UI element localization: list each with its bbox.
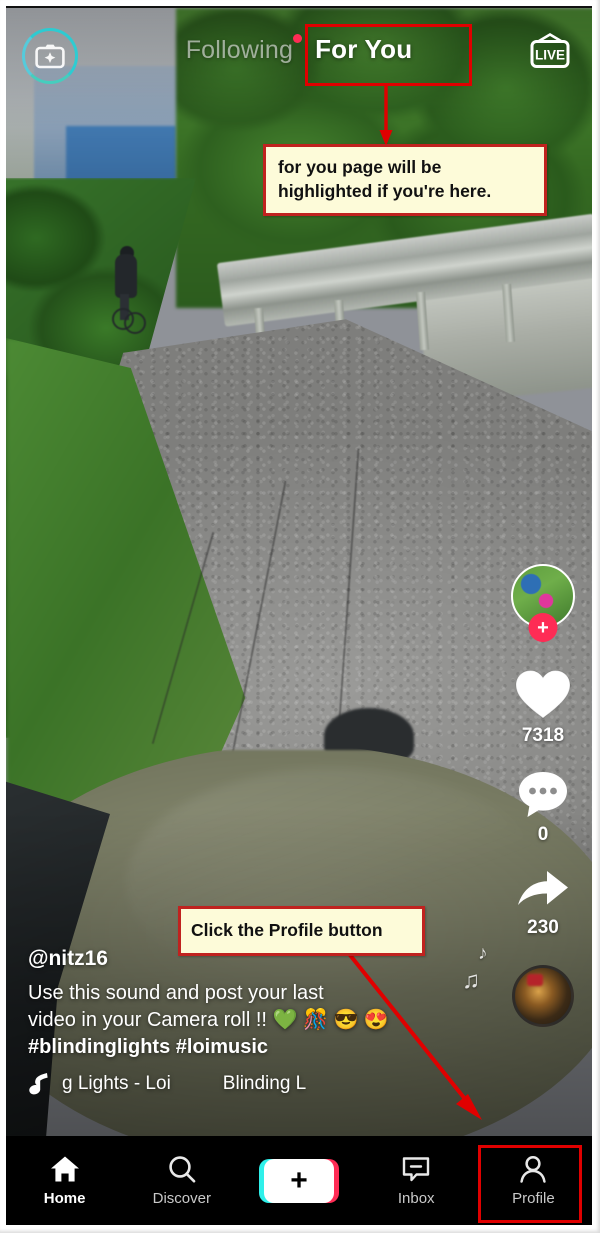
home-icon xyxy=(50,1156,79,1181)
nav-label-home: Home xyxy=(43,1189,86,1207)
like-action[interactable]: 7318 xyxy=(514,668,572,747)
highlight-box-for-you xyxy=(305,24,472,86)
plus-icon: + xyxy=(264,1158,334,1203)
tab-following[interactable]: Following xyxy=(185,34,303,65)
phone-screen: Following For You LIVE + 7318 0 230 ♪ ♫ … xyxy=(6,6,592,1225)
callout-profile-text: Click the Profile button xyxy=(191,920,383,940)
arrow-to-profile-button xyxy=(336,938,482,1120)
screenshot-frame: Following For You LIVE + 7318 0 230 ♪ ♫ … xyxy=(0,0,600,1233)
callout-profile: Click the Profile button xyxy=(178,906,425,956)
song-title-secondary: Blinding L xyxy=(222,1073,307,1094)
arrow-to-foryou-callout xyxy=(379,86,393,146)
comment-bubble-icon xyxy=(519,772,567,817)
live-button[interactable]: LIVE xyxy=(524,30,576,78)
comment-action[interactable]: 0 xyxy=(516,769,570,846)
share-action[interactable]: 230 xyxy=(515,868,571,939)
inbox-icon xyxy=(403,1156,430,1181)
creator-avatar-button[interactable]: + xyxy=(511,564,575,642)
music-note-icon xyxy=(29,1073,48,1095)
heart-icon xyxy=(515,669,571,719)
nav-item-inbox[interactable]: Inbox xyxy=(358,1136,475,1225)
top-bar: Following For You LIVE xyxy=(6,8,592,94)
nav-item-create[interactable]: + xyxy=(240,1136,357,1225)
svg-text:LIVE: LIVE xyxy=(535,47,565,62)
create-video-button[interactable]: + xyxy=(259,1158,339,1203)
tab-following-label: Following xyxy=(185,36,294,64)
follow-button[interactable]: + xyxy=(528,613,558,642)
feed-tabs: Following For You xyxy=(6,34,592,65)
nav-item-discover[interactable]: Discover xyxy=(123,1136,240,1225)
like-count: 7318 xyxy=(521,725,565,746)
live-tv-icon: LIVE xyxy=(530,32,570,68)
cyclist xyxy=(110,246,146,338)
search-icon xyxy=(169,1155,196,1183)
comment-count: 0 xyxy=(537,824,549,845)
highlight-box-profile xyxy=(478,1145,582,1223)
callout-for-you-text: for you page will be highlighted if you'… xyxy=(278,157,492,201)
nav-item-home[interactable]: Home xyxy=(6,1136,123,1225)
following-badge-dot xyxy=(293,34,303,43)
nav-label-discover: Discover xyxy=(152,1189,211,1207)
share-count: 230 xyxy=(527,917,559,938)
nav-label-inbox: Inbox xyxy=(397,1189,435,1207)
share-arrow-icon xyxy=(518,871,568,905)
song-title-primary: g Lights - Loi xyxy=(62,1073,171,1094)
music-disc-button[interactable] xyxy=(512,965,574,1027)
callout-for-you: for you page will be highlighted if you'… xyxy=(263,144,547,217)
action-rail: + 7318 0 230 ♪ ♫ xyxy=(462,564,580,1027)
description-text: video in your Camera roll !! xyxy=(28,1009,267,1031)
